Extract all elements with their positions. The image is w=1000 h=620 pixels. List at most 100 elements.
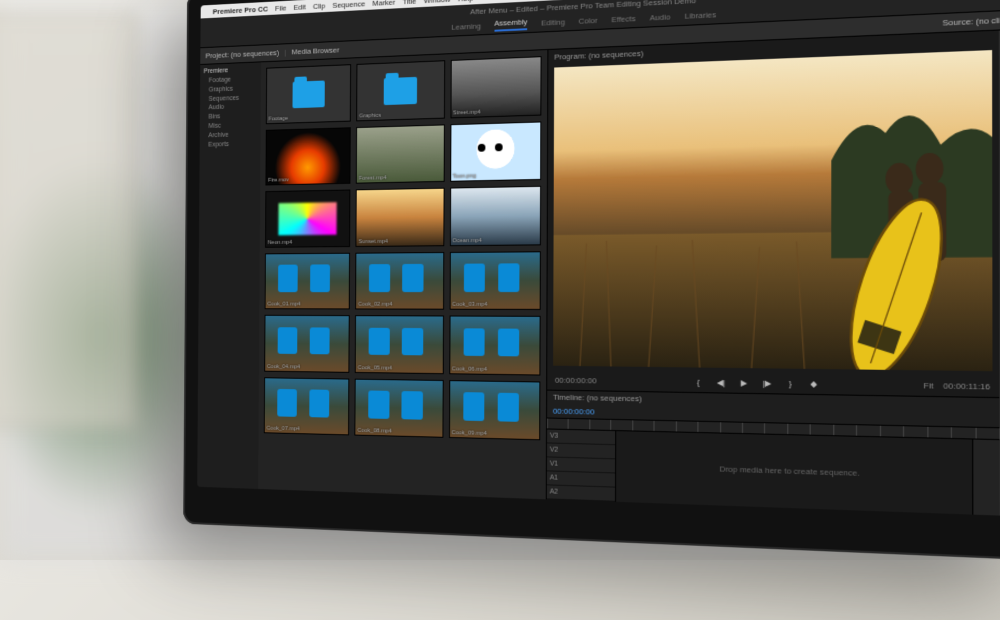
project-tree[interactable]: Premiere Footage Graphics Sequences Audi… [197,62,261,489]
timecode-current[interactable]: 00:00:00:00 [555,375,597,385]
ruler-tick [927,427,928,437]
ruler-tick [720,422,721,432]
folder-icon [384,77,417,105]
tree-item[interactable]: Exports [203,139,257,150]
ruler-tick [810,424,811,434]
thumbnail-label: Cook_08.mp4 [357,428,391,435]
media-browser-tab[interactable]: Media Browser [292,46,340,57]
bin-folder[interactable]: Graphics [356,60,444,121]
add-marker-button[interactable]: ◆ [806,376,821,391]
program-monitor[interactable] [553,50,992,371]
thumbnail-label: Cook_07.mp4 [266,426,299,433]
thumbnail-label: Street.mp4 [453,109,481,116]
ruler-tick [975,428,976,438]
timeline-timecode[interactable]: 00:00:00:00 [553,407,595,417]
ruler-tick [951,428,952,438]
thumbnail-label: Cook_09.mp4 [451,430,487,437]
menu-edit[interactable]: Edit [294,2,306,11]
menu-title[interactable]: Title [403,0,417,6]
ruler-tick [764,423,765,433]
audio-meter [972,439,999,515]
clip-thumbnail[interactable]: Cook_01.mp4 [265,252,351,309]
menu-window[interactable]: Window [424,0,451,5]
menu-marker[interactable]: Marker [372,0,395,7]
ruler-tick [654,421,655,431]
workspace-assembly[interactable]: Assembly [494,17,527,31]
ruler-tick [697,422,698,432]
timeline-tab[interactable]: Timeline: (no sequences) [553,393,642,404]
thumbnail-label: Graphics [359,112,381,118]
thumbnail-label: Fire.mov [268,178,289,184]
thumbnail-label: Cook_01.mp4 [267,302,300,308]
thumbnail-label: Ocean.mp4 [452,238,481,244]
clip-thumbnail[interactable]: Cook_03.mp4 [449,251,540,310]
thumbnail-label: Neon.mp4 [268,240,293,246]
folder-icon [292,80,324,108]
clip-thumbnail[interactable]: Cook_05.mp4 [355,315,444,374]
clip-thumbnail[interactable]: Cook_09.mp4 [449,380,541,441]
monitor-frame: Premiere Pro CC File Edit Clip Sequence … [183,0,1000,560]
step-back-button[interactable]: ◀| [714,375,729,390]
clip-thumbnail[interactable]: Sunset.mp4 [356,188,444,247]
timeline-empty-hint: Drop media here to create sequence. [719,465,859,479]
thumbnail-label: Toon.png [453,173,476,179]
workspace-editing[interactable]: Editing [541,18,565,28]
menu-clip[interactable]: Clip [313,1,325,10]
app-menu[interactable]: Premiere Pro CC [213,4,268,15]
timecode-duration: 00:00:11:16 [943,381,990,391]
clip-thumbnail[interactable]: Cook_08.mp4 [355,378,444,438]
workspace-effects[interactable]: Effects [611,14,635,24]
clip-thumbnail[interactable]: Cook_04.mp4 [264,315,350,373]
ruler-tick [632,421,633,431]
clip-thumbnail[interactable]: Cook_07.mp4 [264,377,350,436]
timeline-canvas[interactable]: Drop media here to create sequence. [616,431,972,515]
source-dropdown[interactable]: Source: (no clips) [942,15,1000,28]
ruler-tick [742,423,743,433]
preview-frame [553,50,992,371]
bin-browser: Footage Graphics Street.mp4 Fire.mov Forest.… [258,50,547,499]
thumbnail-label: Sunset.mp4 [358,239,387,245]
thumbnail-label: Forest.mp4 [359,175,387,181]
play-button[interactable]: ▶ [737,375,752,390]
mark-out-button[interactable]: } [783,376,798,391]
workspace-libraries[interactable]: Libraries [685,10,716,21]
project-panel-tab[interactable]: Project: (no sequences) [205,48,279,60]
clip-thumbnail[interactable]: Street.mp4 [450,56,541,118]
clip-thumbnail[interactable]: Toon.png [450,121,541,182]
ruler-tick [880,426,881,436]
workspace-color[interactable]: Color [579,16,598,26]
clip-thumbnail[interactable]: Forest.mp4 [356,124,444,184]
tree-root[interactable]: Premiere [204,66,258,75]
clip-thumbnail[interactable]: Fire.mov [265,127,351,186]
workspace-learning[interactable]: Learning [451,22,480,32]
thumbnail-label: Cook_04.mp4 [267,364,300,370]
ruler-tick [856,425,857,435]
ruler-tick [833,425,834,435]
clip-thumbnail[interactable]: Neon.mp4 [265,190,351,248]
ruler-tick [787,424,788,434]
ruler-tick [675,422,676,432]
thumbnail-label: Cook_05.mp4 [358,365,392,371]
step-forward-button[interactable]: |▶ [760,376,775,391]
workspace-audio[interactable]: Audio [650,12,671,22]
thumbnail-label: Cook_02.mp4 [358,302,392,308]
ruler-tick [610,420,611,430]
timeline-panel: Timeline: (no sequences) 00:00:00:00 V3V… [547,390,1000,516]
fit-dropdown[interactable]: Fit [924,380,934,390]
clip-thumbnail[interactable]: Cook_02.mp4 [355,252,443,310]
track-headers[interactable]: V3V2V1A1A2 [547,429,616,501]
ruler-tick [547,419,548,429]
ruler-tick [589,420,590,430]
clip-thumbnail[interactable]: Cook_06.mp4 [449,316,541,376]
menu-sequence[interactable]: Sequence [332,0,365,9]
ruler-tick [903,426,904,436]
bin-folder[interactable]: Footage [266,64,351,124]
ruler-tick [568,419,569,429]
menu-help[interactable]: Help [458,0,474,3]
menu-file[interactable]: File [275,3,286,12]
program-monitor-tab[interactable]: Program: (no sequences) [554,48,643,61]
clip-thumbnail[interactable]: Ocean.mp4 [450,186,541,246]
mark-in-button[interactable]: { [691,375,705,390]
track-header[interactable]: A2 [547,485,615,501]
thumbnail-label: Cook_06.mp4 [452,366,488,372]
